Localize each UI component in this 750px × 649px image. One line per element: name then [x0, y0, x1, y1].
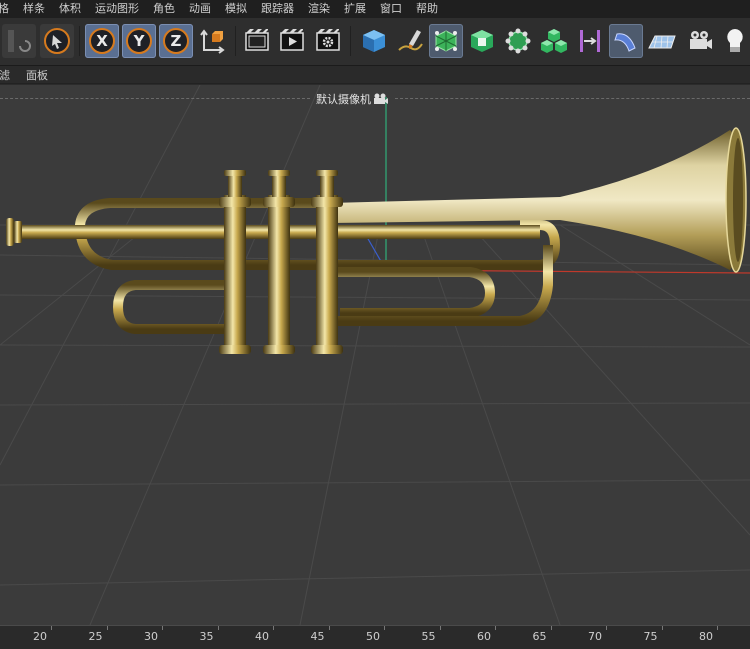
sweep-button[interactable] [609, 24, 643, 58]
light-button[interactable] [718, 24, 750, 58]
timeline-tick-mark [661, 626, 663, 630]
cube-icon [363, 30, 385, 52]
axis-y-label: Y [126, 28, 152, 54]
timeline-ruler[interactable]: 20 25 30 35 40 45 50 55 60 65 70 75 80 [0, 625, 750, 649]
menu-item[interactable]: 格 [0, 0, 16, 18]
timeline-tick-mark [217, 626, 219, 630]
viewport-menu-item[interactable]: 滤 [0, 67, 18, 83]
viewport-menu-bar: 滤面板 [0, 66, 750, 84]
mograph-cloner-icon [505, 28, 531, 54]
timeline-tick-label: 80 [699, 630, 713, 643]
floor-button[interactable] [645, 24, 679, 58]
timeline-tick-label: 55 [421, 630, 436, 643]
toolbar-separator [350, 26, 351, 56]
menu-item[interactable]: 样条 [16, 0, 52, 18]
trumpet-model [6, 127, 747, 354]
timeline-tick-label: 70 [588, 630, 602, 643]
timeline-tick-label: 20 [33, 630, 47, 643]
timeline-tick-label: 40 [255, 630, 269, 643]
timeline-tick-mark [606, 626, 607, 630]
timeline-tick-mark [384, 626, 385, 630]
timeline-tick-mark [273, 626, 274, 630]
timeline-tick-mark [717, 626, 718, 630]
timeline-tick-label: 75 [643, 630, 658, 643]
menu-item[interactable]: 跟踪器 [254, 0, 301, 18]
undo-icon [8, 30, 31, 52]
timeline-tick-label: 30 [144, 630, 158, 643]
menu-item[interactable]: 扩展 [337, 0, 373, 18]
axis-z-label: Z [163, 28, 189, 54]
menu-item[interactable]: 渲染 [301, 0, 337, 18]
timeline-tick-label: 65 [532, 630, 547, 643]
render-view-icon [245, 29, 269, 51]
subdivision-icon [435, 30, 457, 52]
pen-spline-button[interactable] [393, 24, 427, 58]
light-bulb-icon [727, 29, 743, 52]
timeline-tick-mark [51, 626, 52, 630]
timeline-tick-mark [328, 626, 330, 630]
floor-plane-icon [648, 35, 676, 49]
coordinate-system-icon [200, 29, 225, 54]
timeline-tick-mark [162, 626, 163, 630]
camera-small-icon [374, 93, 388, 104]
render-picture-viewer-button[interactable] [275, 24, 309, 58]
deformer-bend-icon [580, 30, 600, 52]
toolbar-separator [79, 26, 80, 56]
timeline-tick-label: 45 [310, 630, 325, 643]
viewport-menu-item[interactable]: 面板 [26, 67, 56, 83]
axis-z-button[interactable]: Z [159, 24, 193, 58]
sweep-icon [614, 33, 636, 52]
timeline-tick-mark [550, 626, 552, 630]
timeline-tick-label: 60 [477, 630, 491, 643]
menu-item[interactable]: 窗口 [373, 0, 409, 18]
safe-frame-line [395, 98, 750, 99]
viewport-grid [0, 85, 750, 625]
timeline-tick-mark [495, 626, 496, 630]
timeline-tick-label: 35 [199, 630, 214, 643]
axis-y-button[interactable]: Y [122, 24, 156, 58]
cloner-button[interactable] [501, 24, 535, 58]
select-arrow-icon [44, 28, 70, 54]
timeline-tick-label: 50 [366, 630, 380, 643]
axis-x-button[interactable]: X [85, 24, 119, 58]
safe-frame-line [0, 98, 310, 99]
3d-viewport[interactable]: 默认摄像机 [0, 85, 750, 625]
render-settings-icon [316, 29, 340, 51]
voronoi-cubes-icon [541, 29, 567, 53]
subdivision-button[interactable] [429, 24, 463, 58]
menu-item[interactable]: 模拟 [218, 0, 254, 18]
coordinate-system-button[interactable] [196, 24, 230, 58]
menu-item[interactable]: 运动图形 [88, 0, 146, 18]
timeline-tick-mark [106, 626, 108, 630]
pen-spline-icon [398, 30, 423, 51]
timeline-tick-label: 25 [88, 630, 103, 643]
menu-item[interactable]: 帮助 [409, 0, 445, 18]
camera-icon [690, 31, 712, 49]
cube-button[interactable] [357, 24, 391, 58]
axis-x-label: X [89, 28, 115, 54]
menu-bar: 格样条 体积 运动图形 角色 动画 模拟 跟踪器 渲染 扩展 窗口 帮助 [0, 0, 750, 18]
menu-item[interactable]: 动画 [182, 0, 218, 18]
extrude-button[interactable] [465, 24, 499, 58]
deformer-button[interactable] [573, 24, 607, 58]
menu-item[interactable]: 体积 [52, 0, 88, 18]
toolbar-separator [235, 26, 236, 56]
render-picture-viewer-icon [280, 29, 304, 51]
render-settings-button[interactable] [311, 24, 345, 58]
timeline-tick-mark [439, 626, 441, 630]
select-tool-button[interactable] [40, 24, 74, 58]
menu-item[interactable]: 角色 [146, 0, 182, 18]
camera-label[interactable]: 默认摄像机 [316, 91, 389, 107]
extrude-icon [471, 30, 493, 52]
render-view-button[interactable] [240, 24, 274, 58]
undo-button[interactable] [2, 24, 36, 58]
voronoi-cubes-button[interactable] [537, 24, 571, 58]
camera-label-text: 默认摄像机 [316, 93, 371, 106]
toolbar: X Y Z [0, 18, 750, 66]
camera-button[interactable] [683, 24, 717, 58]
